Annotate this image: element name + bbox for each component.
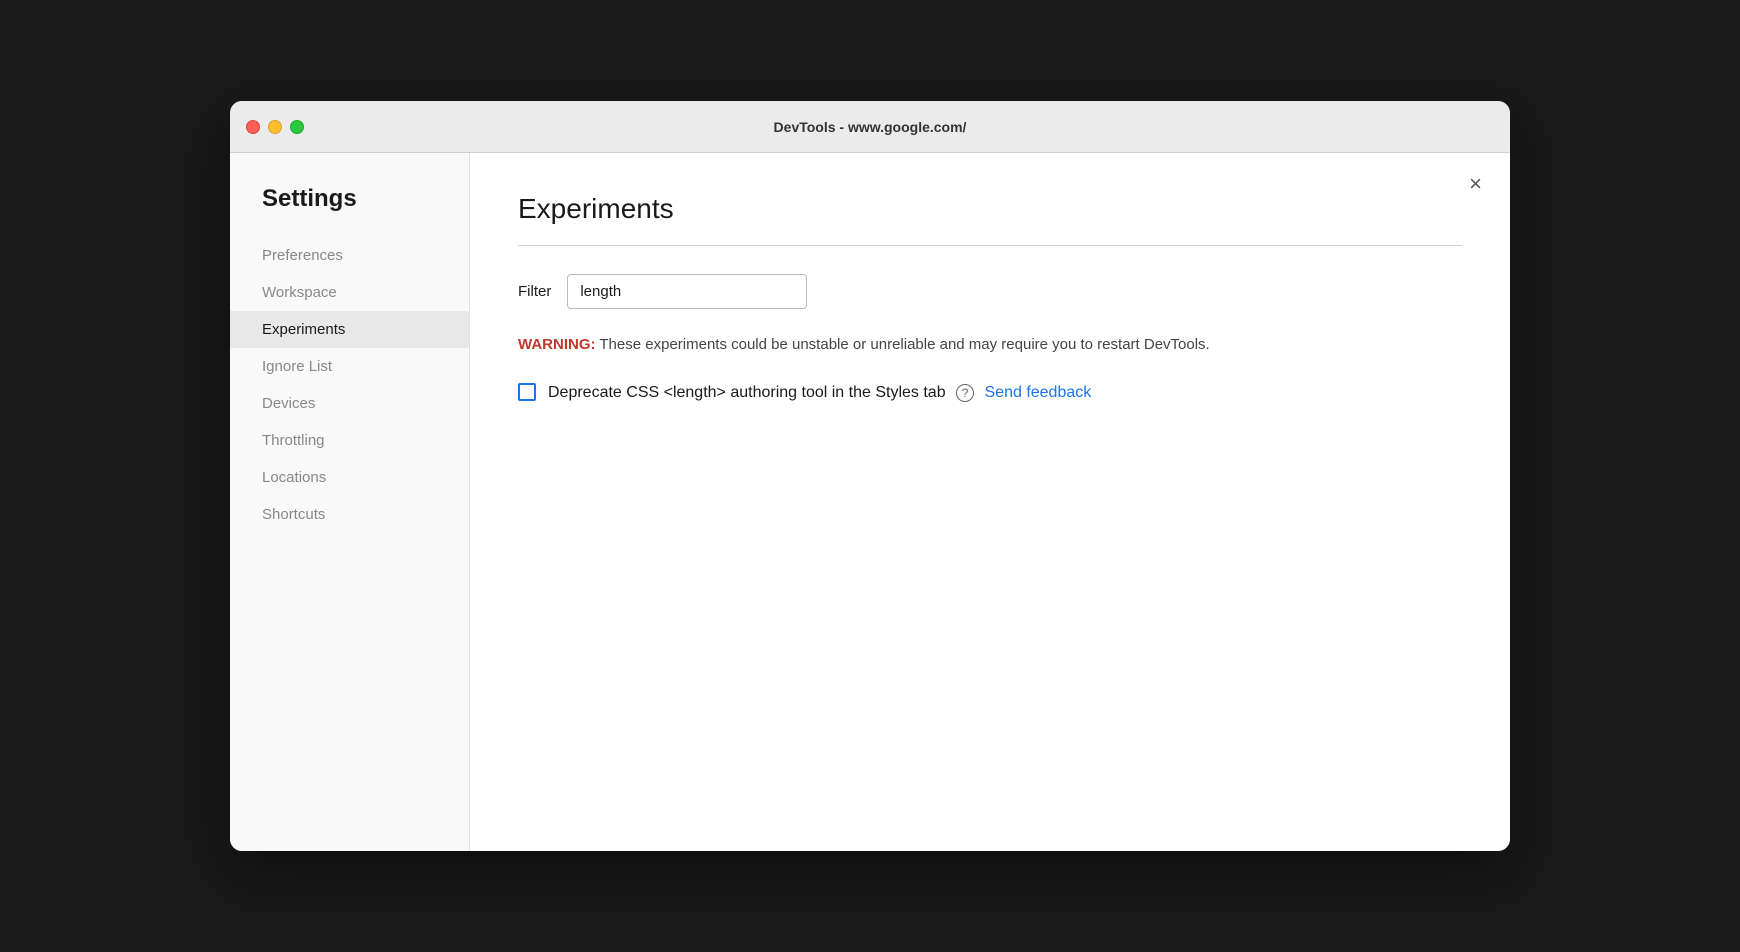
- sidebar-item-shortcuts[interactable]: Shortcuts: [230, 496, 469, 533]
- experiment-item: Deprecate CSS <length> authoring tool in…: [518, 381, 1462, 405]
- sidebar-title: Settings: [230, 185, 469, 237]
- experiment-label-text: Deprecate CSS <length> authoring tool in…: [548, 384, 946, 401]
- filter-row: Filter: [518, 274, 1462, 309]
- sidebar-item-preferences[interactable]: Preferences: [230, 237, 469, 274]
- sidebar-item-ignore-list[interactable]: Ignore List: [230, 348, 469, 385]
- filter-label: Filter: [518, 283, 551, 300]
- sidebar-nav: Preferences Workspace Experiments Ignore…: [230, 237, 469, 533]
- send-feedback-link[interactable]: Send feedback: [985, 384, 1092, 401]
- devtools-window: DevTools - www.google.com/ Settings Pref…: [230, 101, 1510, 851]
- warning-text: WARNING: These experiments could be unst…: [518, 333, 1462, 357]
- window-body: Settings Preferences Workspace Experimen…: [230, 153, 1510, 851]
- traffic-lights: [246, 120, 304, 134]
- sidebar-item-experiments[interactable]: Experiments: [230, 311, 469, 348]
- page-title: Experiments: [518, 193, 1462, 225]
- sidebar: Settings Preferences Workspace Experimen…: [230, 153, 470, 851]
- help-icon[interactable]: ?: [956, 384, 974, 402]
- maximize-traffic-light[interactable]: [290, 120, 304, 134]
- close-button[interactable]: ×: [1469, 173, 1482, 195]
- experiment-checkbox[interactable]: [518, 383, 536, 401]
- sidebar-item-locations[interactable]: Locations: [230, 459, 469, 496]
- minimize-traffic-light[interactable]: [268, 120, 282, 134]
- title-bar: DevTools - www.google.com/: [230, 101, 1510, 153]
- sidebar-item-devices[interactable]: Devices: [230, 385, 469, 422]
- divider: [518, 245, 1462, 246]
- warning-body: These experiments could be unstable or u…: [596, 336, 1210, 353]
- close-traffic-light[interactable]: [246, 120, 260, 134]
- window-title: DevTools - www.google.com/: [774, 119, 967, 135]
- sidebar-item-workspace[interactable]: Workspace: [230, 274, 469, 311]
- experiment-label: Deprecate CSS <length> authoring tool in…: [548, 381, 1091, 405]
- filter-input[interactable]: [567, 274, 807, 309]
- warning-keyword: WARNING:: [518, 336, 596, 353]
- sidebar-item-throttling[interactable]: Throttling: [230, 422, 469, 459]
- main-content: × Experiments Filter WARNING: These expe…: [470, 153, 1510, 851]
